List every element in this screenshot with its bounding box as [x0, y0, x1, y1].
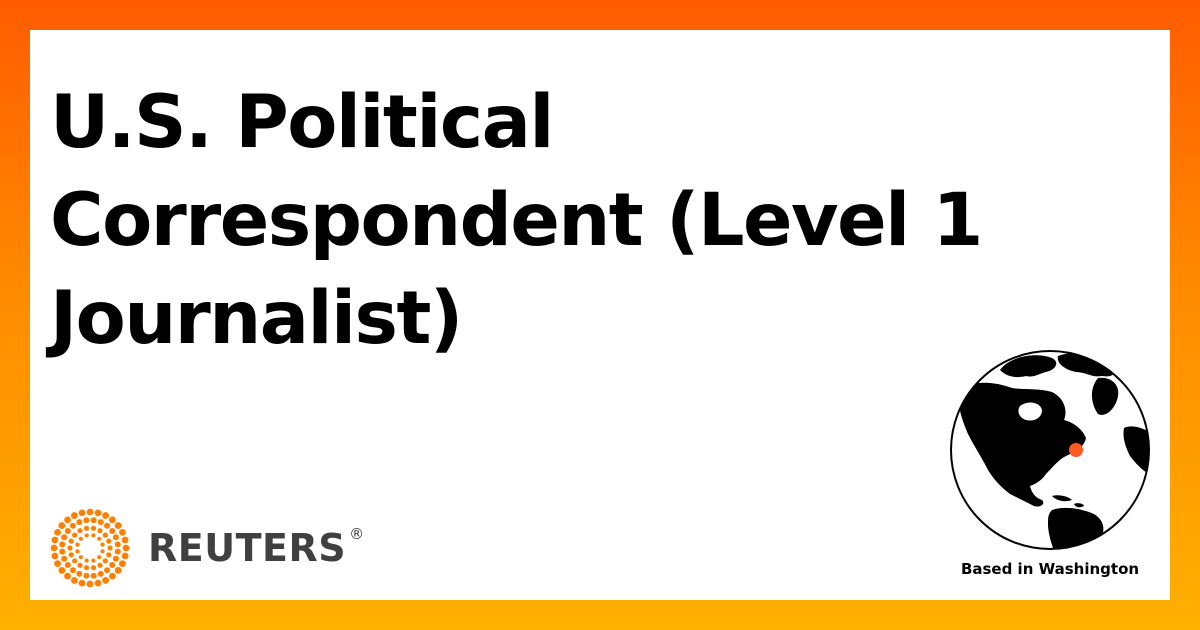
- logo-dot: [59, 541, 66, 548]
- logo-dot: [106, 552, 112, 558]
- logo-dot: [83, 525, 90, 531]
- logo-dot: [83, 517, 90, 524]
- logo-dot: [59, 548, 66, 555]
- logo-dot: [54, 560, 61, 568]
- logo-dot: [122, 544, 130, 552]
- logo-dot: [97, 562, 103, 568]
- logo-dot: [121, 536, 129, 544]
- logo-dot: [91, 533, 96, 538]
- logo-dot: [83, 572, 90, 579]
- logo-dot: [75, 549, 80, 554]
- logo-dot: [104, 522, 111, 529]
- logo-dot: [100, 542, 105, 547]
- logo-dot: [112, 534, 119, 541]
- logo-dot: [64, 572, 71, 580]
- logo-dot: [90, 517, 97, 524]
- logo-dot: [77, 528, 83, 534]
- logo-dot: [61, 534, 68, 541]
- logo-dot: [70, 577, 78, 584]
- logo-dot: [114, 567, 122, 574]
- logo-dot: [97, 519, 104, 526]
- location-marker: [1069, 443, 1083, 457]
- logo-dot: [78, 536, 83, 541]
- registered-mark: ®: [349, 525, 365, 543]
- logo-dot: [119, 528, 126, 536]
- logo-dot: [104, 567, 111, 574]
- logo-dot: [114, 522, 122, 529]
- reuters-logo-icon: [50, 508, 130, 588]
- logo-dot: [50, 544, 58, 552]
- logo-dot: [64, 516, 71, 524]
- logo-dot: [69, 567, 76, 574]
- logo-dot: [90, 565, 97, 571]
- logo-dot: [102, 558, 108, 564]
- job-card: U.S. Political Correspondent (Level 1 Jo…: [30, 30, 1170, 600]
- logo-dot: [91, 558, 96, 563]
- logo-dot: [100, 549, 105, 554]
- logo-dot: [77, 562, 83, 568]
- logo-dot: [83, 565, 90, 571]
- logo-dot: [84, 533, 89, 538]
- logo-dot: [86, 580, 94, 588]
- reuters-wordmark: REUTERS ®: [148, 526, 365, 570]
- brand-name: REUTERS: [148, 526, 347, 570]
- logo-dot: [76, 519, 83, 526]
- logo-dot: [107, 545, 113, 551]
- globe-icon: [950, 350, 1150, 550]
- logo-dot: [86, 508, 94, 516]
- logo-dot: [51, 552, 59, 560]
- logo-dot: [68, 552, 74, 558]
- logo-dot: [121, 552, 129, 560]
- logo-dot: [109, 516, 116, 524]
- logo-dot: [84, 558, 89, 563]
- logo-dot: [67, 545, 73, 551]
- logo-dot: [78, 579, 86, 587]
- logo-dot: [78, 509, 86, 517]
- logo-dot: [109, 562, 116, 569]
- logo-dot: [112, 555, 119, 562]
- logo-dot: [97, 570, 104, 577]
- logo-dot: [102, 532, 108, 538]
- logo-dot: [97, 528, 103, 534]
- reuters-brand: REUTERS ®: [50, 506, 365, 590]
- logo-dot: [102, 512, 110, 519]
- logo-dot: [64, 527, 71, 534]
- logo-dot: [109, 527, 116, 534]
- logo-dot: [102, 577, 110, 584]
- location-label: Based in Washington: [960, 560, 1140, 578]
- logo-dot: [90, 525, 97, 531]
- logo-dot: [119, 560, 126, 568]
- logo-dot: [58, 567, 66, 574]
- logo-dot: [75, 542, 80, 547]
- logo-dot: [78, 555, 83, 560]
- logo-dot: [114, 548, 121, 555]
- logo-dot: [70, 512, 78, 519]
- job-title: U.S. Political Correspondent (Level 1 Jo…: [50, 80, 983, 361]
- logo-dot: [97, 536, 102, 541]
- logo-dot: [109, 572, 116, 580]
- logo-dot: [68, 538, 74, 544]
- logo-dot: [90, 572, 97, 579]
- logo-dot: [94, 579, 102, 587]
- logo-dot: [94, 509, 102, 517]
- logo-dot: [76, 570, 83, 577]
- logo-dot: [54, 528, 61, 536]
- logo-dot: [69, 522, 76, 529]
- logo-dot: [58, 522, 66, 529]
- logo-dot: [72, 558, 78, 564]
- logo-dot: [72, 532, 78, 538]
- logo-dot: [61, 555, 68, 562]
- logo-dot: [114, 541, 121, 548]
- logo-dot: [64, 562, 71, 569]
- logo-dot: [97, 555, 102, 560]
- logo-dot: [51, 536, 59, 544]
- logo-dot: [106, 538, 112, 544]
